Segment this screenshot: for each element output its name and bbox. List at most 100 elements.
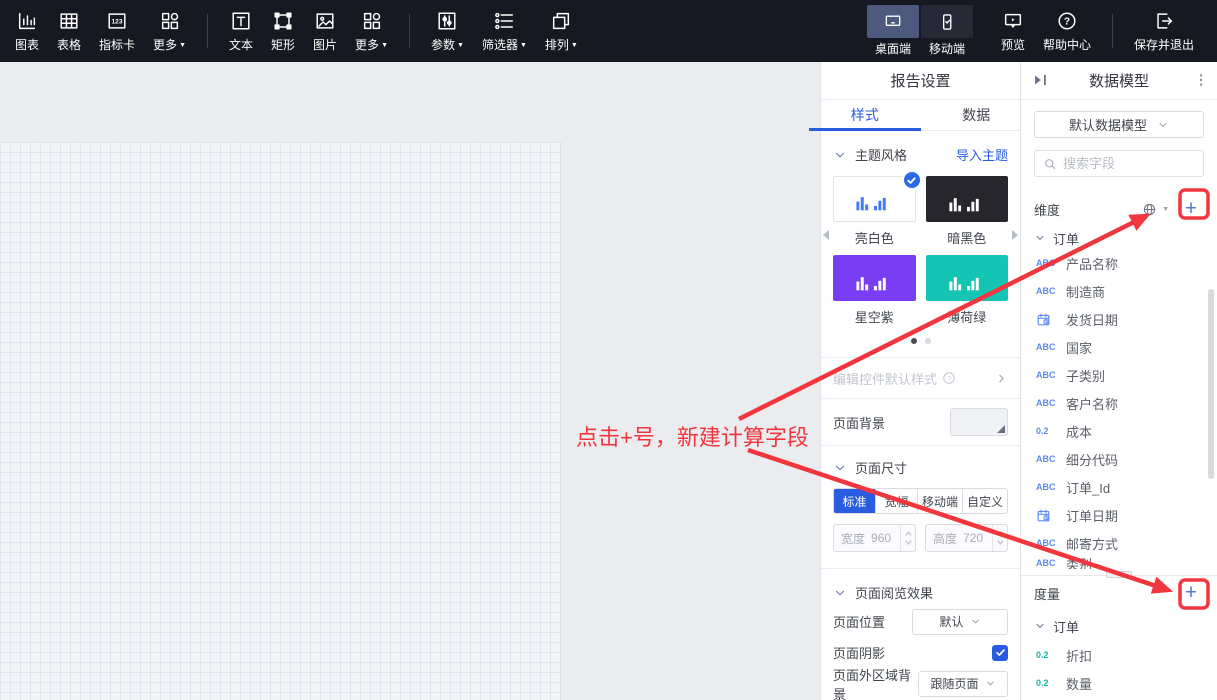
- carousel-next-icon[interactable]: [1012, 230, 1018, 240]
- save-and-exit-button[interactable]: 保存并退出: [1125, 9, 1203, 53]
- report-page-grid[interactable]: [0, 142, 561, 700]
- toolbar-button[interactable]: 更多▼: [144, 9, 195, 53]
- chevron-down-icon: ▼: [1162, 206, 1169, 213]
- carousel-prev-icon[interactable]: [823, 230, 829, 240]
- dimension-field-row[interactable]: 订单日期: [1034, 501, 1204, 529]
- collapse-panel-icon[interactable]: [1031, 71, 1049, 89]
- device-toggle-button[interactable]: 移动端: [921, 5, 973, 57]
- globe-icon[interactable]: [1142, 202, 1157, 217]
- page-size-section-header[interactable]: 页面尺寸: [833, 458, 1008, 477]
- dimension-field-row[interactable]: 0.2 成本: [1034, 417, 1204, 445]
- theme-card[interactable]: 星空紫: [833, 255, 916, 326]
- help-icon: ?: [1055, 9, 1079, 33]
- toolbar-button-label: 表格: [57, 36, 81, 53]
- canvas-area: [0, 62, 820, 700]
- field-label: 子类别: [1066, 366, 1105, 385]
- data-model-select[interactable]: 默认数据模型: [1034, 111, 1204, 138]
- annotation-text: 点击+号，新建计算字段: [576, 420, 809, 452]
- measure-field-row[interactable]: 0.2 折扣: [1034, 641, 1204, 669]
- add-dimension-field-button[interactable]: +: [1178, 196, 1204, 222]
- dimension-field-row[interactable]: ABC 类别: [1034, 557, 1204, 569]
- svg-text:123: 123: [112, 19, 123, 26]
- stepper-arrows-icon[interactable]: [900, 525, 915, 551]
- height-stepper[interactable]: 高度 720: [925, 524, 1008, 552]
- toolbar-button[interactable]: 表格: [48, 9, 90, 53]
- vertical-scrollbar[interactable]: [1208, 289, 1214, 479]
- device-toggle-button[interactable]: 桌面端: [867, 5, 919, 57]
- dimension-field-row[interactable]: 发货日期: [1034, 305, 1204, 333]
- settings-tab[interactable]: 数据: [921, 100, 1033, 130]
- stepper-arrows-icon[interactable]: [992, 525, 1007, 551]
- theme-card[interactable]: 薄荷绿: [926, 255, 1009, 326]
- toolbar-button[interactable]: 图片: [304, 9, 346, 53]
- field-type-icon: 0.2: [1036, 650, 1060, 660]
- chevron-down-icon: [1034, 620, 1046, 632]
- dimension-group-order[interactable]: 订单: [1034, 227, 1204, 249]
- chevron-down-icon: ▼: [179, 42, 186, 49]
- toolbar-button[interactable]: 图表: [6, 9, 48, 53]
- measure-field-row[interactable]: 0.2 数量: [1034, 669, 1204, 697]
- height-value: 720: [963, 531, 983, 545]
- field-label: 成本: [1066, 422, 1092, 441]
- theme-swatch: [833, 176, 916, 222]
- toolbar-button[interactable]: 123 指标卡: [90, 9, 144, 53]
- page-view-section-header[interactable]: 页面阅览效果: [833, 583, 1008, 602]
- page-background-color-picker[interactable]: [950, 408, 1008, 436]
- page-outer-bg-row: 页面外区域背景 跟随页面: [833, 668, 1008, 699]
- carousel-dot[interactable]: [911, 338, 917, 344]
- dimension-field-row[interactable]: ABC 邮寄方式: [1034, 529, 1204, 557]
- toolbar-action-label: 帮助中心: [1043, 36, 1091, 53]
- page-outer-bg-select[interactable]: 跟随页面: [918, 671, 1008, 697]
- measure-group-order[interactable]: 订单: [1034, 615, 1204, 637]
- dimension-field-row[interactable]: ABC 国家: [1034, 333, 1204, 361]
- dimension-field-row[interactable]: ABC 子类别: [1034, 361, 1204, 389]
- toolbar-button[interactable]: 排列▼: [536, 9, 587, 53]
- theme-name: 暗黑色: [926, 228, 1009, 247]
- toolbar-button[interactable]: 参数▼: [422, 9, 473, 53]
- chevron-down-icon: [833, 461, 847, 475]
- settings-tab-label: 样式: [851, 107, 879, 123]
- toolbar-button[interactable]: 筛选器▼: [473, 9, 536, 53]
- kebab-menu-icon[interactable]: [1193, 72, 1209, 88]
- settings-tab[interactable]: 样式: [809, 100, 921, 130]
- page-size-title: 页面尺寸: [855, 458, 907, 477]
- field-search-input[interactable]: [1063, 156, 1195, 171]
- dimension-field-row[interactable]: ABC 制造商: [1034, 277, 1204, 305]
- dimension-field-row[interactable]: ABC 产品名称: [1034, 249, 1204, 277]
- page-size-tab[interactable]: 宽幅: [876, 489, 918, 513]
- page-position-select[interactable]: 默认: [912, 609, 1008, 635]
- page-size-tab[interactable]: 自定义: [963, 489, 1007, 513]
- page-size-tab[interactable]: 移动端: [918, 489, 963, 513]
- page-position-label: 页面位置: [833, 612, 885, 631]
- table-icon: [57, 9, 81, 33]
- add-measure-field-button[interactable]: +: [1178, 580, 1204, 606]
- page-shadow-checkbox[interactable]: [992, 645, 1008, 661]
- splitter-handle[interactable]: [1106, 571, 1132, 578]
- field-label: 制造商: [1066, 282, 1105, 301]
- edit-widget-default-style-row[interactable]: 编辑控件默认样式 ?: [833, 358, 1008, 398]
- theme-swatch: [926, 255, 1009, 301]
- date-field-icon: [1036, 312, 1060, 327]
- toolbar-button[interactable]: 文本: [220, 9, 262, 53]
- chevron-right-icon: [995, 372, 1008, 385]
- field-label: 细分代码: [1066, 450, 1118, 469]
- dimension-field-row[interactable]: ABC 细分代码: [1034, 445, 1204, 473]
- divider: [821, 568, 1020, 569]
- dimension-field-row[interactable]: ABC 客户名称: [1034, 389, 1204, 417]
- toolbar-action-button[interactable]: 预览: [992, 9, 1034, 53]
- field-label: 邮寄方式: [1066, 534, 1118, 553]
- width-stepper[interactable]: 宽度 960: [833, 524, 916, 552]
- theme-style-section-header[interactable]: 主题风格 导入主题: [833, 145, 1008, 164]
- page-size-tab[interactable]: 标准: [834, 489, 876, 513]
- toolbar-button[interactable]: 矩形: [262, 9, 304, 53]
- theme-card[interactable]: 亮白色: [833, 176, 916, 247]
- measures-title: 度量: [1034, 584, 1060, 603]
- carousel-dot[interactable]: [925, 338, 931, 344]
- theme-card[interactable]: 暗黑色: [926, 176, 1009, 247]
- field-label: 订单日期: [1066, 506, 1118, 525]
- dimension-field-row[interactable]: ABC 订单_Id: [1034, 473, 1204, 501]
- import-theme-link[interactable]: 导入主题: [956, 145, 1008, 164]
- toolbar-action-button[interactable]: ? 帮助中心: [1034, 9, 1100, 53]
- toolbar-button[interactable]: 更多▼: [346, 9, 397, 53]
- device-toggle-label: 桌面端: [875, 40, 911, 57]
